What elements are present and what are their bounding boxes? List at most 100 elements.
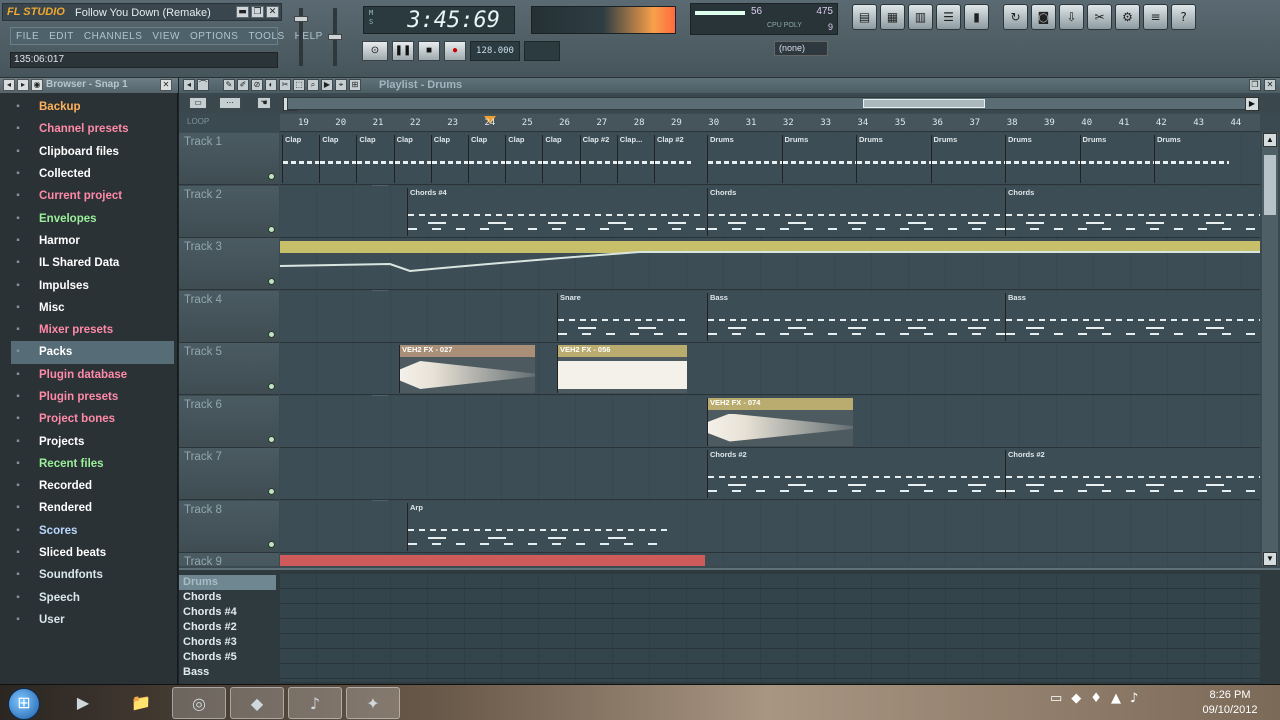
pattern-clip[interactable]: Drums xyxy=(856,135,931,183)
pattern-item[interactable]: Chords #3 xyxy=(179,635,276,650)
browser-icon[interactable]: ☰ xyxy=(936,4,961,30)
track-header[interactable]: Track 2 xyxy=(179,185,279,238)
project-info-icon[interactable]: ≡ xyxy=(1143,4,1168,30)
browser-item-harmor[interactable]: ▪ Harmor xyxy=(11,230,174,252)
track-lane[interactable]: Arp xyxy=(280,500,1260,553)
browser-close-icon[interactable]: ✕ xyxy=(160,79,172,91)
playlist-close-icon[interactable]: ✕ xyxy=(1264,79,1276,91)
playlist-hand-icon[interactable]: ☚ xyxy=(257,97,271,109)
tray-app-icon[interactable]: ♦ xyxy=(1090,691,1102,706)
pattern-clip[interactable]: Clap xyxy=(393,135,431,183)
track-header[interactable]: Track 6 xyxy=(179,395,279,448)
pattern-clip[interactable]: Bass xyxy=(707,292,1005,341)
undo-icon[interactable]: ↻ xyxy=(1003,4,1028,30)
pattern-clip[interactable]: Arp xyxy=(407,502,667,551)
pattern-clip[interactable]: Drums xyxy=(930,135,1005,183)
browser-item-mixer-presets[interactable]: ▪ Mixer presets xyxy=(11,319,174,341)
pattern-item[interactable]: Chords #2 xyxy=(179,620,276,635)
browser-item-recorded[interactable]: ▪ Recorded xyxy=(11,475,174,497)
step-sequencer-icon[interactable]: ▦ xyxy=(880,4,905,30)
close-icon[interactable]: ✕ xyxy=(266,6,279,18)
pattern-clip[interactable]: Clap xyxy=(282,135,319,183)
pattern-grid[interactable] xyxy=(280,574,1260,682)
scroll-down-icon[interactable]: ▼ xyxy=(1263,552,1277,566)
zoom-tool-icon[interactable]: ⌕ xyxy=(307,79,319,91)
app2-icon[interactable]: ✦ xyxy=(346,687,400,719)
snap-toggle-icon[interactable]: ⊞ xyxy=(349,79,361,91)
explorer-icon[interactable]: 📁 xyxy=(114,687,168,719)
tray-security-icon[interactable]: ◆ xyxy=(1071,691,1081,706)
slice-tool-icon[interactable]: ✂ xyxy=(279,79,291,91)
track-mute-led-icon[interactable] xyxy=(268,540,275,548)
export-icon[interactable]: ⇩ xyxy=(1059,4,1084,30)
pattern-clip[interactable]: Drums xyxy=(1154,135,1229,183)
select-tool-icon[interactable]: ⬚ xyxy=(293,79,305,91)
help-icon[interactable]: ? xyxy=(1171,4,1196,30)
track-header[interactable]: Track 9 xyxy=(179,553,279,566)
audio-clip[interactable]: VEH2 FX - 056 xyxy=(557,345,687,393)
menu-file[interactable]: FILE xyxy=(16,31,39,42)
delete-tool-icon[interactable]: ⊘ xyxy=(251,79,263,91)
pattern-clip[interactable]: Clap #2 xyxy=(654,135,691,183)
browser-item-scores[interactable]: ▪ Scores xyxy=(11,520,174,542)
pattern-item[interactable]: Chords #4 xyxy=(179,605,276,620)
track-lane[interactable]: VEH2 FX - 074 xyxy=(280,395,1260,448)
media-player-icon[interactable]: ▶ xyxy=(56,687,110,719)
browser-snap-icon[interactable]: ◉ xyxy=(31,79,43,91)
scroll-right-icon[interactable]: ▶ xyxy=(1245,97,1259,111)
system-clock[interactable]: 8:26 PM 09/10/2012 xyxy=(1190,688,1270,718)
track-mute-led-icon[interactable] xyxy=(268,383,275,390)
track-mute-led-icon[interactable] xyxy=(268,435,275,443)
track-header[interactable]: Track 5 xyxy=(179,343,279,395)
pattern-clip[interactable]: Chords xyxy=(707,187,1005,236)
tools-icon[interactable]: ✂ xyxy=(1087,4,1112,30)
track-lane[interactable]: Chords #4 Chords Chords xyxy=(280,185,1260,238)
playlist-window-icon[interactable]: ▭ xyxy=(189,97,207,109)
mixer-icon[interactable]: ▮ xyxy=(964,4,989,30)
pattern-clip[interactable]: Clap xyxy=(356,135,394,183)
browser-item-speech[interactable]: ▪ Speech xyxy=(11,587,174,609)
menu-tools[interactable]: TOOLS xyxy=(248,31,284,42)
menu-view[interactable]: VIEW xyxy=(152,31,180,42)
browser-item-recent-files[interactable]: ▪ Recent files xyxy=(11,453,174,475)
record-icon[interactable]: ● xyxy=(444,41,466,61)
pattern-clip[interactable]: Clap xyxy=(430,135,468,183)
pattern-item[interactable]: Chords xyxy=(179,590,276,605)
browser-item-plugin-database[interactable]: ▪ Plugin database xyxy=(11,364,174,386)
track-mute-led-icon[interactable] xyxy=(268,173,275,180)
browser-item-clipboard-files[interactable]: ▪ Clipboard files xyxy=(11,141,174,163)
volume-icon[interactable]: ♪ xyxy=(1130,691,1138,706)
magnet-tool-icon[interactable]: ⌖ xyxy=(335,79,347,91)
track-mute-led-icon[interactable] xyxy=(268,330,275,338)
pattern-clip[interactable]: Drums xyxy=(1079,135,1154,183)
start-button-icon[interactable]: ⊞ xyxy=(8,688,40,720)
pattern-clip[interactable]: Drums xyxy=(707,135,782,183)
piano-roll-icon[interactable]: ▥ xyxy=(908,4,933,30)
browser-item-current-project[interactable]: ▪ Current project xyxy=(11,185,174,207)
mute-tool-icon[interactable]: ◐ xyxy=(265,79,277,91)
tempo-display[interactable]: 128.000 xyxy=(470,41,520,61)
pattern-clip[interactable]: Drums xyxy=(781,135,856,183)
track-lane[interactable]: Chords #2 Chords #2 xyxy=(280,448,1260,500)
track-lane[interactable] xyxy=(280,238,1260,290)
pattern-item[interactable]: Bass xyxy=(179,665,276,680)
browser-menu-icon[interactable]: ◂ xyxy=(3,79,15,91)
paint-tool-icon[interactable]: ✐ xyxy=(237,79,249,91)
browser-item-soundfonts[interactable]: ▪ Soundfonts xyxy=(11,564,174,586)
song-position-display[interactable]: MS 3:45:69 xyxy=(363,6,515,34)
playback-tool-icon[interactable]: ▶ xyxy=(321,79,333,91)
track-header[interactable]: Track 3 xyxy=(179,238,279,290)
pattern-item[interactable]: Chords #5 xyxy=(179,650,276,665)
playlist-icon[interactable]: ▤ xyxy=(852,4,877,30)
menu-edit[interactable]: EDIT xyxy=(49,31,74,42)
pause-icon[interactable]: ❚❚ xyxy=(392,41,414,61)
pattern-item[interactable]: Drums xyxy=(179,575,276,590)
audio-clip[interactable]: VEH2 FX - 074 xyxy=(707,397,853,446)
track-9-clip[interactable] xyxy=(280,555,705,566)
pattern-clip[interactable]: Drums xyxy=(1005,135,1080,183)
playlist-detach-icon[interactable]: ❐ xyxy=(1249,79,1261,91)
browser-item-sliced-beats[interactable]: ▪ Sliced beats xyxy=(11,542,174,564)
browser-item-user[interactable]: ▪ User xyxy=(11,609,174,631)
track-header[interactable]: Track 7 xyxy=(179,448,279,500)
pattern-clip[interactable]: Clap xyxy=(542,135,580,183)
